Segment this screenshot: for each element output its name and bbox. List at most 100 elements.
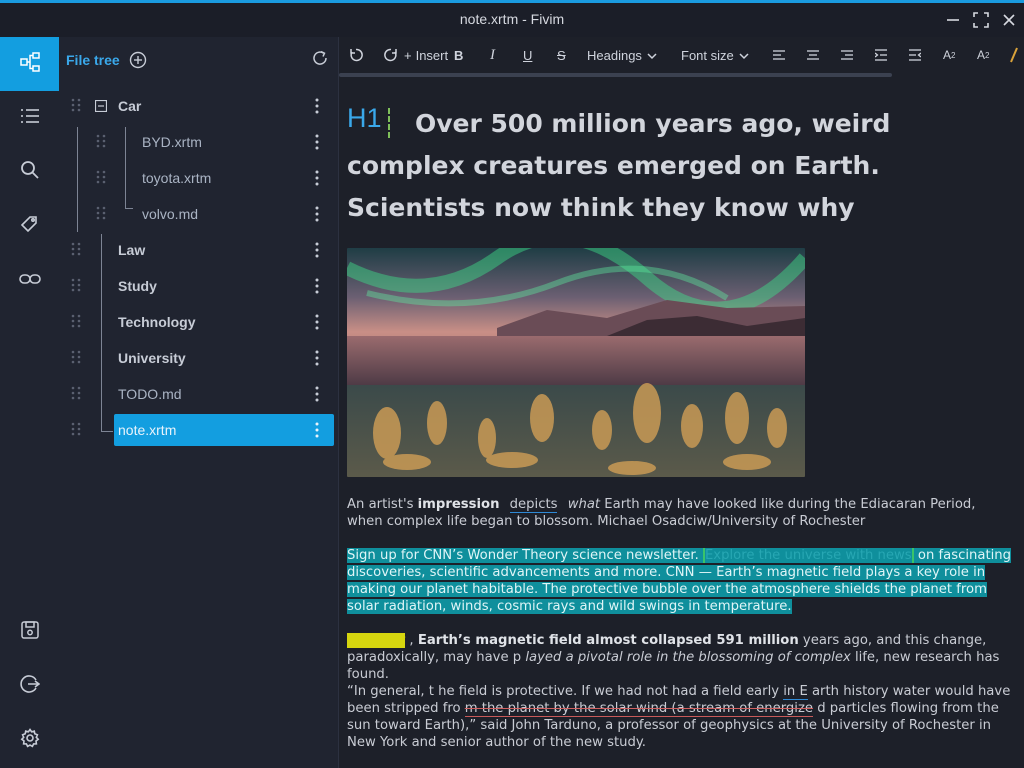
- drag-handle-icon[interactable]: [96, 169, 106, 184]
- caption-underlined: depicts: [509, 497, 558, 513]
- drag-handle-icon[interactable]: [71, 385, 81, 400]
- align-center-icon[interactable]: [807, 45, 819, 65]
- tree-item-label: Law: [118, 242, 146, 258]
- drag-handle-icon[interactable]: [71, 349, 81, 364]
- bold-text: Earth’s magnetic field almost collapsed …: [417, 633, 799, 648]
- drag-handle-icon[interactable]: [71, 277, 81, 292]
- italic-text: layed a pivotal role in the blossoming o…: [525, 650, 851, 665]
- minimize-icon[interactable]: [942, 9, 964, 31]
- tree-item-car[interactable]: Car: [59, 89, 331, 122]
- add-file-icon[interactable]: [129, 51, 147, 69]
- collapse-icon[interactable]: [94, 97, 108, 116]
- align-right-icon[interactable]: [841, 45, 853, 65]
- drag-handle-icon[interactable]: [96, 205, 106, 220]
- more-options-icon[interactable]: [315, 98, 319, 114]
- drag-handle-icon[interactable]: [71, 241, 81, 256]
- caption-bold: impression: [417, 497, 500, 512]
- paragraph-quote[interactable]: “In general, t he field is protective. I…: [347, 683, 1015, 751]
- align-left-icon[interactable]: [773, 45, 785, 65]
- tree-item-toyota[interactable]: toyota.xrtm: [59, 161, 331, 194]
- drag-handle-icon[interactable]: [96, 133, 106, 148]
- close-icon[interactable]: [998, 9, 1020, 31]
- more-options-icon[interactable]: [315, 206, 319, 222]
- file-tree-panel: File tree Car BYD.xrtm toyota.xrtm volvo…: [59, 37, 338, 768]
- more-options-icon[interactable]: [315, 242, 319, 258]
- tree-item-label: Car: [118, 98, 142, 114]
- highlighted-text: Explore the universe with news: [702, 548, 914, 563]
- tree-item-byd[interactable]: BYD.xrtm: [59, 125, 331, 158]
- file-tree-title: File tree: [66, 52, 120, 68]
- tree-item-label: BYD.xrtm: [142, 134, 202, 150]
- drag-handle-icon[interactable]: [71, 313, 81, 328]
- paragraph-magnetic-field[interactable]: However , Earth’s magnetic field almost …: [347, 632, 1015, 683]
- links-activity-button[interactable]: [0, 253, 59, 307]
- tree-item-technology[interactable]: Technology: [59, 305, 331, 338]
- more-options-icon[interactable]: [315, 278, 319, 294]
- search-icon: [20, 160, 40, 184]
- outdent-icon[interactable]: [909, 45, 921, 65]
- paragraph-newsletter[interactable]: Sign up for CNN’s Wonder Theory science …: [347, 547, 1015, 615]
- editor-pane: + Insert B I U S Headings Font size A 2 …: [338, 37, 1024, 768]
- highlighter-icon[interactable]: [1009, 45, 1019, 65]
- undo-icon[interactable]: [349, 45, 363, 65]
- insert-label: Insert: [415, 47, 449, 63]
- more-options-icon[interactable]: [315, 170, 319, 186]
- heading-marker: [388, 108, 390, 138]
- tree-item-todo[interactable]: TODO.md: [59, 377, 331, 410]
- tree-item-label: Technology: [118, 314, 196, 330]
- settings-button[interactable]: [0, 713, 59, 767]
- activity-bar: [0, 37, 59, 768]
- caption-italic: what: [567, 497, 601, 512]
- save-icon: [20, 621, 39, 643]
- font-size-label: Font size: [681, 47, 734, 63]
- more-options-icon[interactable]: [315, 386, 319, 402]
- drag-handle-icon[interactable]: [71, 97, 81, 112]
- indent-icon[interactable]: [875, 45, 887, 65]
- logout-icon: [19, 674, 40, 698]
- tree-item-study[interactable]: Study: [59, 269, 331, 302]
- headings-label: Headings: [587, 47, 642, 63]
- maximize-icon[interactable]: [970, 9, 992, 31]
- window-title: note.xrtm - Fivim: [459, 11, 565, 27]
- file-tree-activity-button[interactable]: [0, 37, 59, 91]
- tree-item-volvo[interactable]: volvo.md: [59, 197, 331, 230]
- font-size-dropdown[interactable]: Font size: [681, 45, 749, 65]
- document-heading[interactable]: Over 500 million years ago, weird comple…: [347, 103, 1015, 229]
- insert-button[interactable]: + Insert: [404, 45, 448, 65]
- heading-level-tag: H1: [347, 103, 382, 133]
- tags-activity-button[interactable]: [0, 199, 59, 253]
- headings-dropdown[interactable]: Headings: [587, 45, 657, 65]
- save-button[interactable]: [0, 605, 59, 659]
- paragraph-text: “In general, t he field is protective. I…: [347, 684, 784, 699]
- bold-button[interactable]: B: [454, 45, 463, 65]
- file-tree-header: File tree: [59, 37, 338, 85]
- redo-icon[interactable]: [384, 45, 398, 65]
- superscript-button[interactable]: A2: [977, 45, 989, 65]
- tree-item-university[interactable]: University: [59, 341, 331, 374]
- caption-text: An artist's: [347, 497, 418, 512]
- search-activity-button[interactable]: [0, 145, 59, 199]
- refresh-icon[interactable]: [311, 49, 329, 67]
- drag-handle-icon[interactable]: [71, 421, 81, 436]
- highlighted-text: Sign up for CNN’s Wonder Theory science …: [347, 548, 703, 563]
- article-image: [347, 248, 805, 477]
- outline-activity-button[interactable]: [0, 91, 59, 145]
- tree-item-label: toyota.xrtm: [142, 170, 212, 186]
- link-icon: [18, 271, 41, 290]
- tree-item-law[interactable]: Law: [59, 233, 331, 266]
- strikethrough-button[interactable]: S: [557, 45, 566, 65]
- logout-button[interactable]: [0, 659, 59, 713]
- tree-item-note[interactable]: note.xrtm: [114, 414, 334, 446]
- tree-item-label: volvo.md: [142, 206, 199, 222]
- image-caption[interactable]: An artist's impression depicts what Eart…: [347, 496, 1015, 530]
- underline-button[interactable]: U: [523, 45, 532, 65]
- document-body[interactable]: H1 Over 500 million years ago, weird com…: [347, 103, 1015, 750]
- toolbar-scrollbar[interactable]: [339, 73, 892, 77]
- more-options-icon[interactable]: [315, 134, 319, 150]
- tree-item-label: Study: [118, 278, 157, 294]
- more-options-icon[interactable]: [315, 422, 319, 438]
- more-options-icon[interactable]: [315, 350, 319, 366]
- more-options-icon[interactable]: [315, 314, 319, 330]
- subscript-button[interactable]: A2: [943, 45, 955, 65]
- italic-button[interactable]: I: [490, 45, 495, 65]
